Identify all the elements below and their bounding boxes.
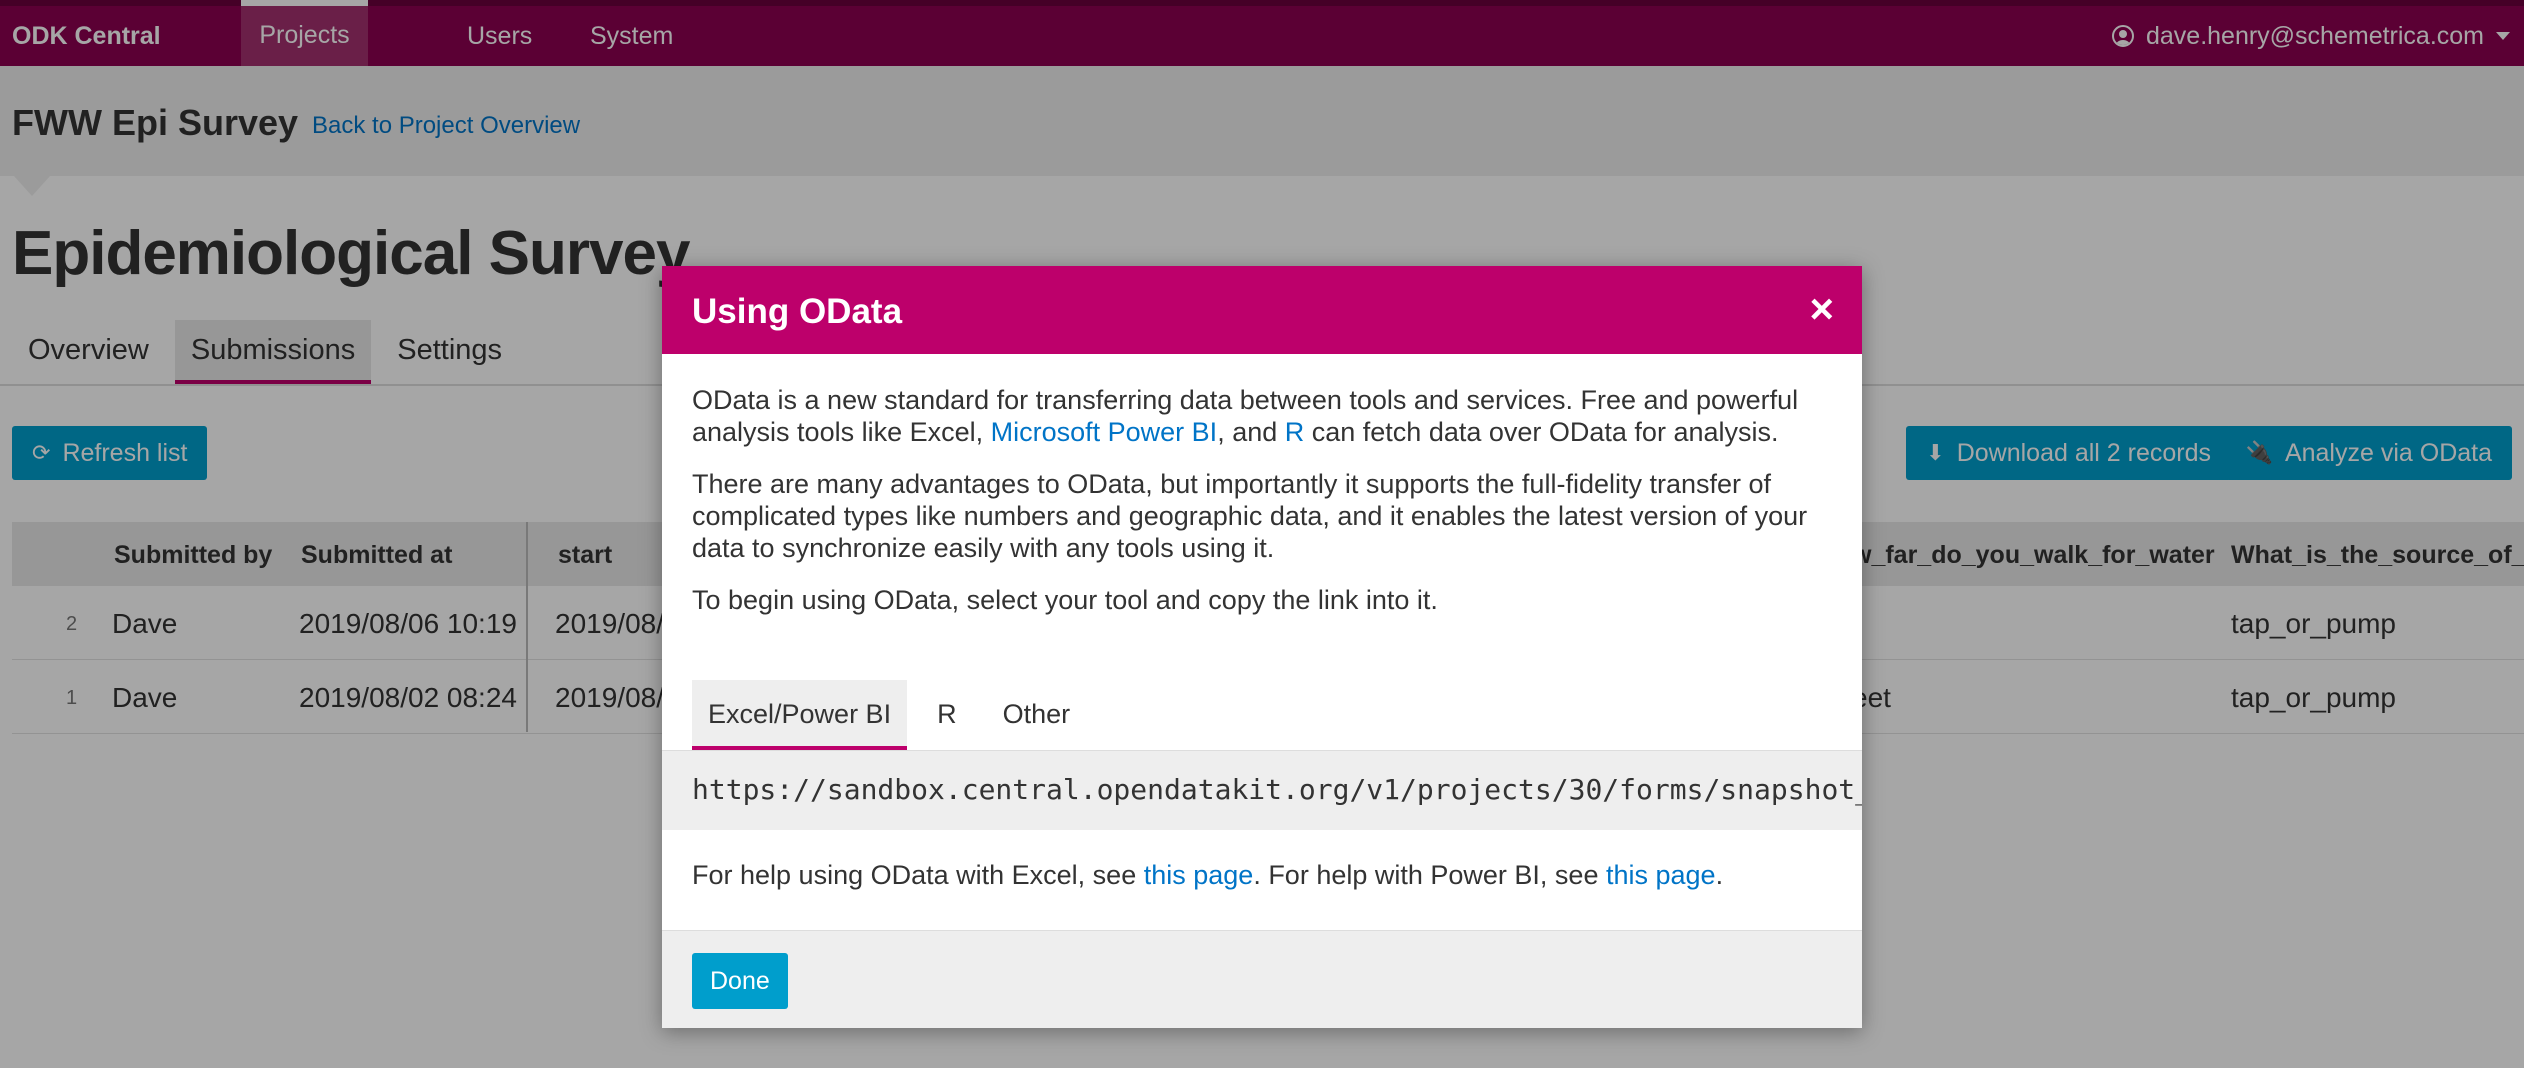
odata-url-box[interactable]: https://sandbox.central.opendatakit.org/…: [662, 750, 1862, 830]
modal-footer: Done: [662, 930, 1862, 1028]
excel-help-link[interactable]: this page: [1144, 860, 1254, 890]
close-icon[interactable]: ×: [1809, 288, 1834, 330]
odata-url[interactable]: https://sandbox.central.opendatakit.org/…: [692, 773, 1862, 806]
modal-title: Using OData: [692, 292, 903, 331]
done-button[interactable]: Done: [692, 953, 788, 1009]
help-text: For help using OData with Excel, see thi…: [692, 860, 1723, 891]
help-text-excel: For help using OData with Excel, see: [692, 860, 1144, 890]
advantages-paragraph: There are many advantages to OData, but …: [692, 469, 1808, 563]
intro-text-and: , and: [1217, 417, 1285, 447]
tab-r[interactable]: R: [921, 680, 973, 750]
power-bi-help-link[interactable]: this page: [1606, 860, 1716, 890]
help-text-end: .: [1715, 860, 1724, 890]
tool-tabs: Excel/Power BI R Other: [692, 680, 1100, 750]
tab-other[interactable]: Other: [987, 680, 1087, 750]
help-text-powerbi: . For help with Power BI, see: [1253, 860, 1606, 890]
intro-paragraph: OData is a new standard for transferring…: [692, 384, 1832, 448]
odata-modal: Using OData × OData is a new standard fo…: [662, 266, 1862, 1028]
power-bi-link[interactable]: Microsoft Power BI: [991, 417, 1218, 447]
instructions-paragraph: To begin using OData, select your tool a…: [692, 585, 1438, 615]
modal-header: Using OData ×: [662, 266, 1862, 354]
intro-text-end: can fetch data over OData for analysis.: [1304, 417, 1779, 447]
tab-excel-power-bi[interactable]: Excel/Power BI: [692, 680, 908, 750]
modal-body: OData is a new standard for transferring…: [662, 354, 1862, 616]
r-link[interactable]: R: [1285, 417, 1305, 447]
